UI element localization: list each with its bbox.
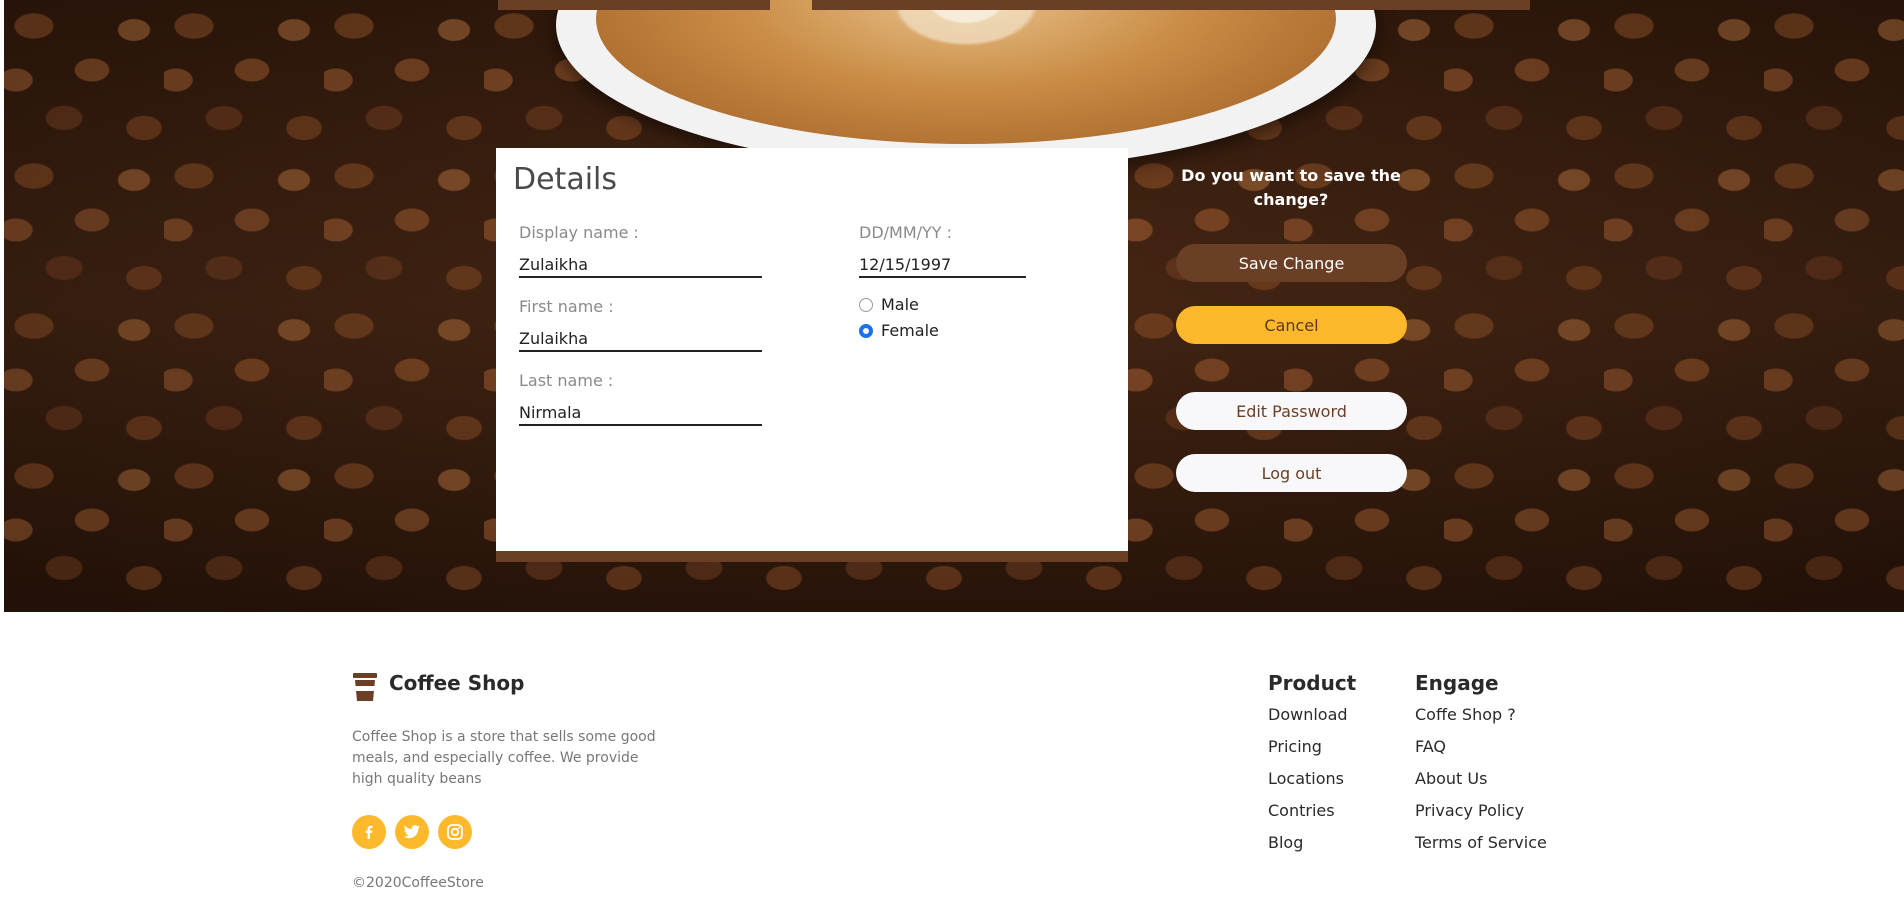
footer: Coffee Shop Coffee Shop is a store that … <box>0 612 1904 923</box>
radio-female-label: Female <box>881 321 939 340</box>
save-question-text: Do you want to save the change? <box>1181 166 1401 209</box>
display-name-label: Display name : <box>519 223 639 242</box>
footer-link-about-us[interactable]: About Us <box>1415 769 1487 788</box>
radio-male-circle[interactable] <box>859 297 873 312</box>
logout-button[interactable]: Log out <box>1176 454 1407 492</box>
footer-link-locations[interactable]: Locations <box>1268 769 1344 788</box>
dob-label: DD/MM/YY : <box>859 223 953 242</box>
top-bar-right <box>812 0 1530 10</box>
facebook-glyph <box>365 825 373 839</box>
footer-link-faq[interactable]: FAQ <box>1415 737 1446 756</box>
twitter-glyph <box>404 825 420 839</box>
footer-link-coffe-shop[interactable]: Coffe Shop ? <box>1415 705 1516 724</box>
footer-link-pricing[interactable]: Pricing <box>1268 737 1322 756</box>
last-name-label: Last name : <box>519 371 614 390</box>
instagram-glyph <box>447 824 463 840</box>
radio-male-label: Male <box>881 295 919 314</box>
page: Details Display name : First name : Last… <box>0 0 1904 923</box>
first-name-label: First name : <box>519 297 614 316</box>
display-name-input[interactable] <box>519 252 762 278</box>
product-column-title: Product <box>1268 671 1357 695</box>
twitter-icon[interactable] <box>395 815 429 849</box>
footer-link-privacy-policy[interactable]: Privacy Policy <box>1415 801 1524 820</box>
facebook-icon[interactable] <box>352 815 386 849</box>
coffee-cup-icon <box>353 673 377 701</box>
latte-coffee <box>596 0 1336 144</box>
footer-link-blog[interactable]: Blog <box>1268 833 1303 852</box>
footer-link-contries[interactable]: Contries <box>1268 801 1335 820</box>
copyright-text: ©2020CoffeeStore <box>352 875 484 891</box>
radio-female-circle[interactable] <box>859 323 873 338</box>
brand-name: Coffee Shop <box>389 671 525 695</box>
gender-radio-male[interactable]: Male <box>859 295 919 314</box>
edit-password-button[interactable]: Edit Password <box>1176 392 1407 430</box>
details-title: Details <box>513 162 618 197</box>
footer-link-terms-of-service[interactable]: Terms of Service <box>1415 833 1547 852</box>
first-name-input[interactable] <box>519 326 762 352</box>
latte-art <box>826 0 1106 94</box>
details-card: Details Display name : First name : Last… <box>496 148 1128 562</box>
engage-column-title: Engage <box>1415 671 1499 695</box>
top-bar-left <box>498 0 770 10</box>
footer-link-download[interactable]: Download <box>1268 705 1348 724</box>
cancel-button[interactable]: Cancel <box>1176 306 1407 344</box>
last-name-input[interactable] <box>519 400 762 426</box>
gender-radio-female[interactable]: Female <box>859 321 939 340</box>
brand-description: Coffee Shop is a store that sells some g… <box>352 729 656 787</box>
save-change-button[interactable]: Save Change <box>1176 244 1407 282</box>
instagram-icon[interactable] <box>438 815 472 849</box>
dob-input[interactable] <box>859 252 1026 278</box>
